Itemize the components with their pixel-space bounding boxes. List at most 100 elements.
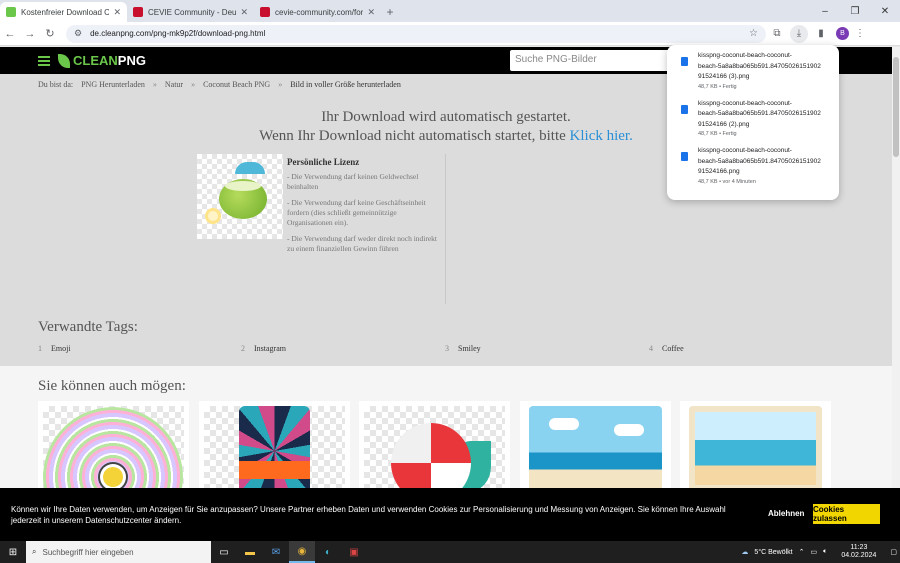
coconut-illustration (219, 179, 267, 219)
tab-cevie-forum[interactable]: cevie-community.com/forum/... ✕ (254, 2, 381, 22)
edge-icon[interactable]: ◐ (315, 541, 341, 563)
menu-kebab-icon[interactable]: ⋮ (849, 28, 871, 39)
recommendation-card-beach-ball[interactable] (359, 401, 510, 491)
weather-icon[interactable]: ☁ (741, 548, 748, 556)
breadcrumb-separator: » (191, 80, 196, 89)
recommendation-card-ocean-papercut[interactable] (520, 401, 671, 491)
license-point: - Die Verwendung darf weder direkt noch … (287, 234, 438, 253)
browser-tab-bar: Kostenfreier Download Coconu... ✕ CEVIE … (0, 0, 900, 22)
tag-number: 4 (649, 344, 653, 353)
tag-item[interactable]: 1 Emoji (38, 344, 71, 353)
cleanpng-favicon-icon (6, 7, 16, 17)
volume-icon[interactable]: 🔈︎ (823, 548, 827, 556)
window-controls: – ❐ ✕ (810, 0, 900, 22)
search-input[interactable]: Suche PNG-Bilder (510, 50, 670, 71)
taskbar-search-placeholder: Suchbegriff hier eingeben (42, 547, 134, 557)
license-title: Persönliche Lizenz (287, 157, 360, 167)
maximize-icon[interactable]: ❐ (840, 0, 870, 22)
file-icon (681, 57, 688, 66)
site-info-icon[interactable]: ⚙ (74, 28, 82, 39)
tab-title: Kostenfreier Download Coconu... (21, 7, 110, 17)
download-icon[interactable]: ⤓ (790, 24, 808, 43)
download-filename: kisspng-coconut-beach-coconut-beach-5a8a… (698, 99, 821, 128)
chrome-icon[interactable]: ◉ (289, 541, 315, 563)
scrollbar-thumb[interactable] (893, 57, 899, 157)
accept-cookies-button[interactable]: Cookies zulassen (813, 504, 880, 524)
logo-png: PNG (117, 53, 146, 68)
tag-label: Instagram (254, 344, 286, 353)
download-item[interactable]: kisspng-coconut-beach-coconut-beach-5a8a… (675, 146, 831, 185)
flower-illustration (205, 208, 221, 224)
search-icon: ⌕ (32, 547, 37, 556)
leaf-icon (58, 53, 70, 68)
browser-toolbar: ← → ↻ ⚙ de.cleanpng.com/png-mk9p2f/downl… (0, 22, 900, 46)
back-icon[interactable]: ← (0, 28, 20, 40)
close-icon[interactable]: ✕ (240, 7, 248, 18)
bookmark-star-icon[interactable]: ☆ (749, 28, 758, 39)
windows-taskbar: ⊞ ⌕ Suchbegriff hier eingeben ▭ ▬ ✉ ◉ ◐ … (0, 541, 900, 563)
file-icon (681, 104, 688, 114)
beach-papercut-image (689, 406, 822, 491)
tag-label: Coffee (662, 344, 684, 353)
address-bar[interactable]: ⚙ de.cleanpng.com/png-mk9p2f/download-pn… (66, 24, 766, 43)
tag-number: 3 (445, 344, 449, 353)
side-panel-icon[interactable]: ▮ (810, 28, 832, 39)
cleanpng-logo[interactable]: CLEAN PNG (58, 53, 146, 68)
breadcrumb-item[interactable]: Coconut Beach PNG (203, 80, 270, 89)
recommendation-card-mandala[interactable] (38, 401, 189, 491)
cevie-favicon-icon (133, 7, 143, 17)
task-view-icon[interactable]: ▭ (211, 541, 237, 563)
url-text: de.cleanpng.com/png-mk9p2f/download-png.… (90, 29, 266, 38)
ocean-papercut-image (529, 406, 662, 491)
close-icon[interactable]: ✕ (113, 7, 121, 18)
tray-chevron-icon[interactable]: ⌃ (799, 548, 805, 556)
clock[interactable]: 11:23 04.02.2024 (838, 544, 879, 560)
profile-avatar[interactable]: B (836, 27, 849, 40)
download-item[interactable]: kisspng-coconut-beach-coconut-beach-5a8a… (675, 51, 831, 90)
windows-start-icon[interactable]: ⊞ (0, 547, 26, 558)
clock-time: 11:23 (850, 544, 868, 551)
network-icon[interactable]: ▭ (811, 548, 818, 556)
forward-icon[interactable]: → (20, 28, 40, 40)
mail-icon[interactable]: ✉ (263, 541, 289, 563)
app-icon[interactable]: ▣ (341, 541, 367, 563)
page-scrollbar[interactable] (892, 47, 900, 488)
close-window-icon[interactable]: ✕ (870, 0, 900, 22)
download-filename: kisspng-coconut-beach-coconut-beach-5a8a… (698, 147, 821, 175)
breadcrumb-item[interactable]: Natur (165, 80, 183, 89)
logo-clean: CLEAN (73, 53, 118, 68)
click-here-link[interactable]: Klick hier. (570, 128, 633, 144)
breadcrumb-current: Bild in voller Größe herunterladen (290, 80, 401, 89)
breadcrumb-prefix: Du bist da: (38, 80, 74, 89)
reload-icon[interactable]: ↻ (40, 27, 60, 40)
divider (445, 154, 446, 304)
tab-title: CEVIE Community - Deutschlan... (148, 7, 237, 17)
tag-number: 2 (241, 344, 245, 353)
breadcrumb-item[interactable]: PNG Herunterladen (81, 80, 145, 89)
close-icon[interactable]: ✕ (367, 7, 375, 18)
new-tab-button[interactable]: + (381, 2, 399, 22)
file-explorer-icon[interactable]: ▬ (237, 541, 263, 563)
downloads-bubble: kisspng-coconut-beach-coconut-beach-5a8a… (667, 45, 839, 200)
cookie-text: Können wir Ihre Daten verwenden, um Anze… (11, 505, 726, 525)
minimize-icon[interactable]: – (810, 0, 840, 22)
hamburger-menu-icon[interactable] (38, 54, 50, 68)
breadcrumb: Du bist da: PNG Herunterladen » Natur » … (38, 80, 407, 89)
tab-cleanpng[interactable]: Kostenfreier Download Coconu... ✕ (0, 2, 127, 22)
phone-case-image (239, 406, 310, 491)
download-item[interactable]: kisspng-coconut-beach-coconut-beach-5a8a… (675, 99, 831, 137)
weather-text[interactable]: 5°C Bewölkt (754, 549, 792, 556)
extensions-icon[interactable]: ⧉ (766, 28, 788, 39)
tab-cevie-community[interactable]: CEVIE Community - Deutschlan... ✕ (127, 2, 254, 22)
related-tags-title: Verwandte Tags: (38, 319, 138, 335)
notification-icon[interactable]: ▢ (890, 548, 897, 556)
tag-item[interactable]: 2 Instagram (241, 344, 286, 353)
tag-item[interactable]: 3 Smiley (445, 344, 481, 353)
recommendation-card-beach-papercut[interactable] (680, 401, 831, 491)
tag-item[interactable]: 4 Coffee (649, 344, 684, 353)
download-meta: 48,7 KB • Fertig (698, 131, 737, 137)
coconut-preview-image (197, 154, 283, 239)
recommendation-card-phone-case[interactable] (199, 401, 350, 491)
decline-cookies-button[interactable]: Ablehnen (768, 509, 804, 518)
taskbar-search-input[interactable]: ⌕ Suchbegriff hier eingeben (26, 541, 211, 563)
